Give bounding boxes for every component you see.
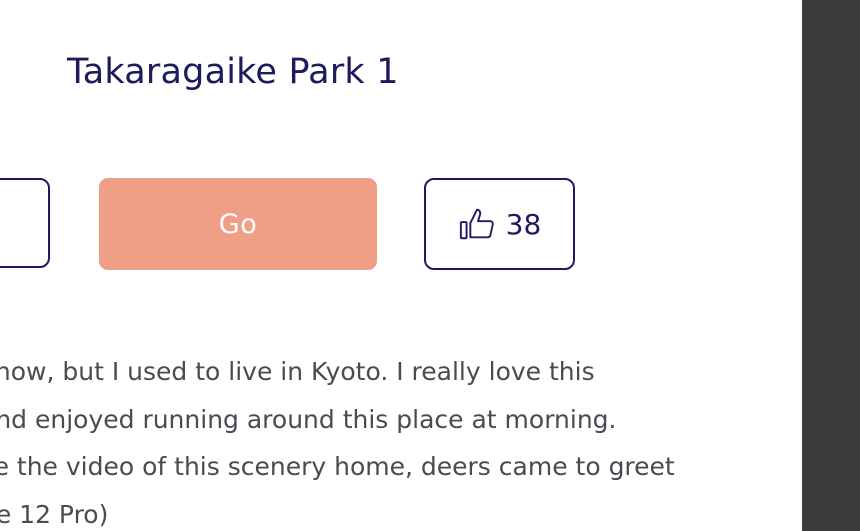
like-count: 38 (505, 207, 542, 241)
go-button[interactable]: Go (99, 178, 377, 270)
back-button[interactable] (0, 178, 50, 268)
description-text: i now, but I used to live in Kyoto. I re… (0, 348, 780, 531)
description-line: ke the video of this scenery home, deers… (0, 452, 675, 481)
thumbs-up-icon (458, 205, 496, 243)
description-line: i now, but I used to live in Kyoto. I re… (0, 357, 595, 386)
side-panel (802, 0, 860, 531)
description-line: and enjoyed running around this place at… (0, 404, 617, 434)
go-button-label: Go (218, 208, 258, 240)
page-title: Takaragaike Park 1 (67, 52, 399, 92)
content-area: Takaragaike Park 1 Go 38 i now, but I us… (0, 0, 802, 531)
description-line: ne 12 Pro) (0, 499, 109, 529)
page: Takaragaike Park 1 Go 38 i now, but I us… (0, 0, 860, 531)
like-button[interactable]: 38 (424, 178, 575, 270)
